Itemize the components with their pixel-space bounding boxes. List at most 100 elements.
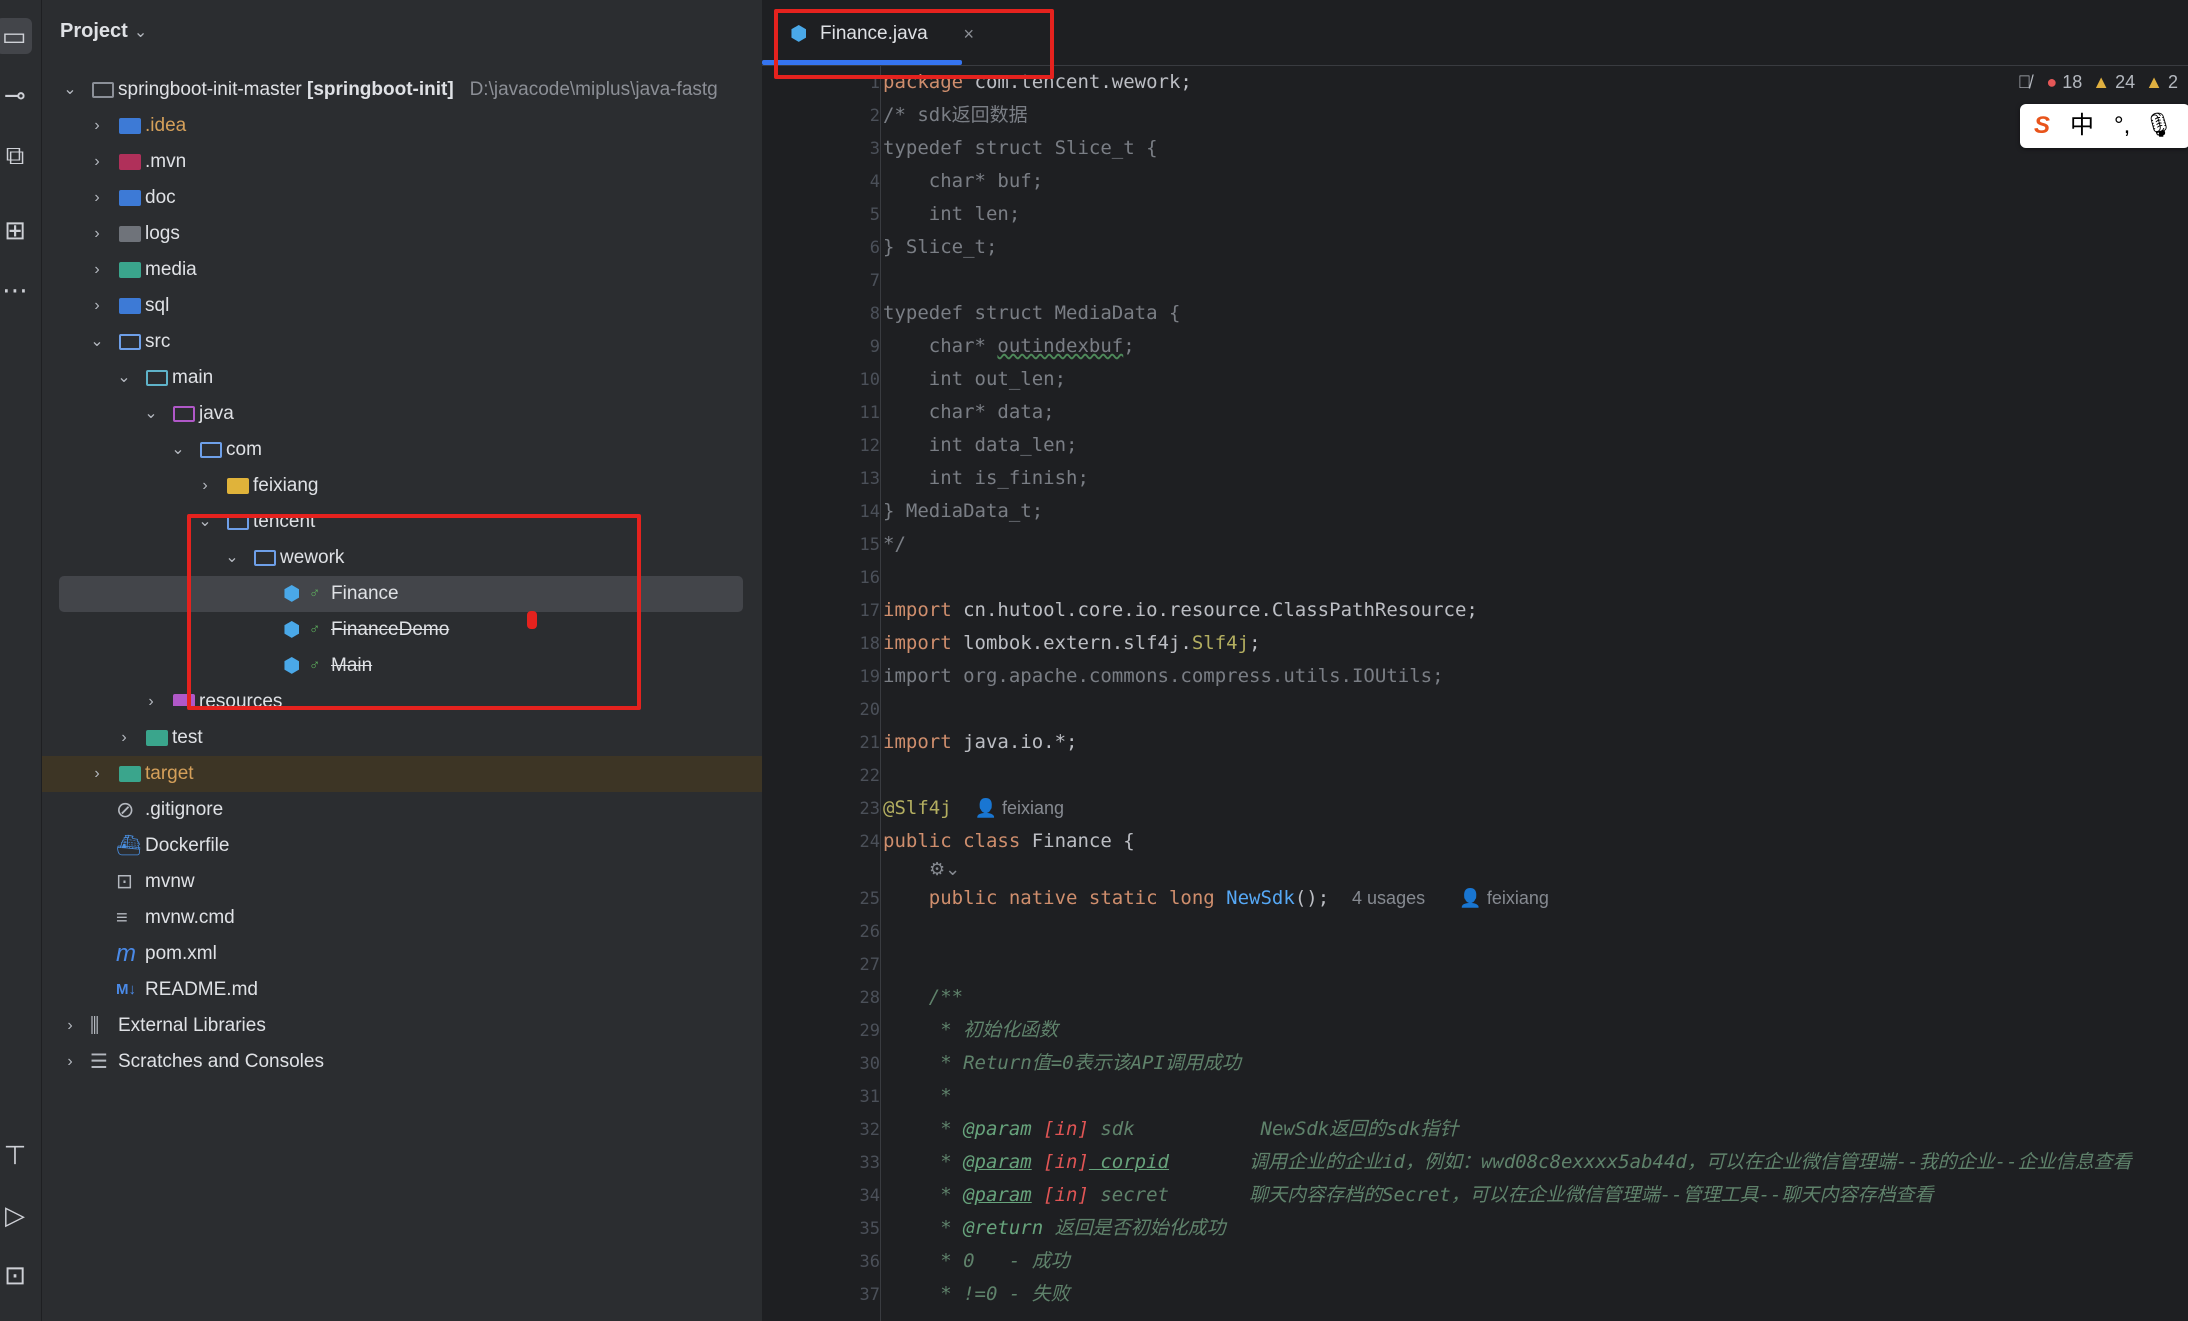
package-folder-icon (227, 478, 249, 494)
tree-row-sql[interactable]: › sql (42, 288, 762, 324)
code-line-24: public class Finance { (883, 830, 1135, 852)
build-icon[interactable]: ⊤ (0, 1140, 30, 1170)
tree-row-dockerfile[interactable]: ⛴ Dockerfile (42, 828, 762, 864)
tree-row-mvnw-cmd[interactable]: ≡ mvnw.cmd (42, 900, 762, 936)
author-hint[interactable]: 👤 feixiang (1459, 888, 1548, 908)
run-icon[interactable]: ▷ (0, 1200, 30, 1230)
code-line-14: } MediaData_t; (883, 500, 1044, 522)
chevron-down-icon: ⌄ (133, 24, 148, 41)
folder-icon[interactable]: ▭ (0, 18, 32, 54)
vcs-icon[interactable]: ⧉ (0, 140, 30, 170)
logs-folder-icon (119, 226, 141, 242)
line-number: 19 (859, 667, 880, 687)
chevron-right-icon[interactable]: › (60, 1044, 80, 1080)
chevron-right-icon[interactable]: › (114, 720, 134, 756)
project-title[interactable]: Project ⌄ (60, 20, 147, 43)
chevron-right-icon[interactable]: › (87, 144, 107, 180)
line-number: 2 (869, 106, 880, 126)
chevron-right-icon[interactable]: › (141, 684, 161, 706)
maven-icon: m (116, 940, 136, 967)
line-number: 33 (859, 1153, 880, 1173)
line-number: 29 (859, 1021, 880, 1041)
tree-row-readme[interactable]: M↓ README.md (42, 972, 762, 1008)
tree-row-root[interactable]: ⌄ springboot-init-master [springboot-ini… (42, 72, 762, 108)
code-line-25: public native static long NewSdk(); 4 us… (883, 887, 1549, 909)
code-area[interactable]: package com.tencent.wework; /* sdk返回数据 t… (883, 66, 2183, 1321)
sogou-logo-icon[interactable]: S (2034, 112, 2050, 139)
microphone-icon[interactable]: 🎙 (2144, 112, 2174, 139)
line-number: 26 (859, 922, 880, 942)
line-number: 12 (859, 436, 880, 456)
line-number: 16 (859, 568, 880, 588)
code-line-12: int data_len; (883, 434, 1078, 456)
tree-row-external-libraries[interactable]: › ⫼ External Libraries (42, 1008, 762, 1044)
tree-row-doc[interactable]: › doc (42, 180, 762, 216)
chevron-right-icon[interactable]: › (195, 468, 215, 504)
code-line-29: * 初始化函数 (883, 1019, 1059, 1041)
terminal-icon[interactable]: ⊡ (0, 1260, 30, 1290)
structure-icon[interactable]: ⊞ (0, 215, 30, 245)
tree-row-test[interactable]: › test (42, 720, 762, 756)
tree-row-idea[interactable]: › .idea (42, 108, 762, 144)
shell-script-icon: ⊡ (116, 871, 133, 893)
tree-row-com[interactable]: ⌄ com (42, 432, 762, 468)
tree-row-mvn[interactable]: › .mvn (42, 144, 762, 180)
tree-row-java[interactable]: ⌄ java (42, 396, 762, 432)
module-folder-icon (92, 82, 114, 98)
native-method-icon[interactable]: ⚙⌄ (883, 859, 960, 879)
tree-row-scratches[interactable]: › ☰ Scratches and Consoles (42, 1044, 762, 1080)
line-number: 14 (859, 502, 880, 522)
tree-row-pom[interactable]: m pom.xml (42, 936, 762, 972)
tree-row-media[interactable]: › media (42, 252, 762, 288)
chevron-down-icon[interactable]: ⌄ (168, 432, 188, 468)
tree-row-target[interactable]: › target (42, 756, 762, 792)
commit-icon[interactable]: ⊸ (0, 80, 30, 110)
line-number: 11 (859, 403, 880, 423)
tree-row-feixiang[interactable]: › feixiang (42, 468, 762, 504)
chevron-down-icon[interactable]: ⌄ (87, 324, 107, 360)
chevron-right-icon[interactable]: › (87, 216, 107, 252)
ime-toolbar[interactable]: S 中 °, 🎙 (2020, 104, 2188, 148)
code-line-37: * !=0 - 失败 (883, 1283, 1070, 1305)
tree-row-src[interactable]: ⌄ src (42, 324, 762, 360)
code-line-17: import cn.hutool.core.io.resource.ClassP… (883, 599, 1478, 621)
author-hint[interactable]: 👤 feixiang (975, 798, 1064, 818)
chevron-right-icon[interactable]: › (87, 756, 107, 792)
line-number: 4 (869, 172, 880, 192)
chevron-right-icon[interactable]: › (87, 252, 107, 288)
chevron-down-icon[interactable]: ⌄ (60, 72, 80, 108)
line-number: 7 (869, 271, 880, 291)
line-number: 20 (859, 700, 880, 720)
code-line-31: * (883, 1085, 952, 1107)
tree-row-gitignore[interactable]: ⊘ .gitignore (42, 792, 762, 828)
chevron-right-icon[interactable]: › (87, 288, 107, 324)
line-number: 35 (859, 1219, 880, 1239)
line-number: 21 (859, 733, 880, 753)
code-line-3: typedef struct Slice_t { (883, 137, 1158, 159)
code-line-18: import lombok.extern.slf4j.Slf4j; (883, 632, 1261, 654)
usages-hint[interactable]: 4 usages (1352, 888, 1425, 908)
line-number: 8 (869, 304, 880, 324)
main-folder-icon (146, 370, 168, 386)
chevron-right-icon[interactable]: › (60, 1008, 80, 1044)
tree-row-logs[interactable]: › logs (42, 216, 762, 252)
scratches-icon: ☰ (90, 1051, 108, 1073)
tree-row-main[interactable]: ⌄ main (42, 360, 762, 396)
line-number: 36 (859, 1252, 880, 1272)
code-line-2: /* sdk返回数据 (883, 104, 1028, 126)
line-number: 6 (869, 238, 880, 258)
gutter-divider (880, 66, 881, 1321)
tree-row-mvnw[interactable]: ⊡ mvnw (42, 864, 762, 900)
chevron-down-icon[interactable]: ⌄ (114, 360, 134, 396)
sql-folder-icon (119, 298, 141, 314)
more-icon[interactable]: ⋯ (0, 275, 30, 305)
chevron-right-icon[interactable]: › (87, 180, 107, 216)
line-number: 25 (859, 889, 880, 909)
code-line-10: int out_len; (883, 368, 1067, 390)
chevron-down-icon[interactable]: ⌄ (141, 396, 161, 432)
line-number: 13 (859, 469, 880, 489)
ime-punctuation-toggle[interactable]: °, (2114, 112, 2130, 139)
chevron-right-icon[interactable]: › (87, 108, 107, 144)
package-folder-icon (200, 442, 222, 458)
ime-language-toggle[interactable]: 中 (2070, 112, 2094, 139)
